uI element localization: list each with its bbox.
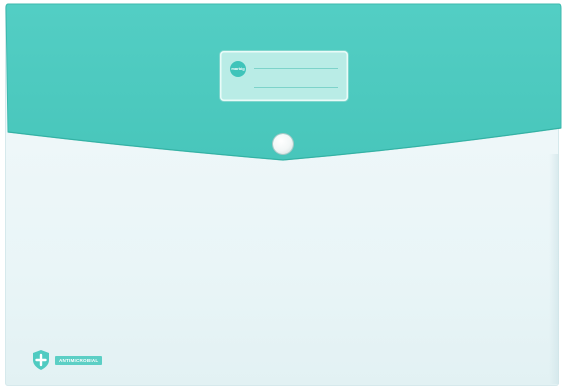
label-write-line [254,68,338,69]
label-write-line [254,87,338,88]
badge-label: ANTIMICROBIAL [55,355,103,365]
snap-button [273,134,293,154]
product-photo: marbig ANTIMICROBIAL [0,0,566,392]
antimicrobial-badge: ANTIMICROBIAL [31,350,103,370]
brand-logo: marbig [230,61,246,77]
shield-cross-icon [33,350,49,370]
brand-logo-text: marbig [231,66,245,71]
name-label-card: marbig [220,51,348,101]
